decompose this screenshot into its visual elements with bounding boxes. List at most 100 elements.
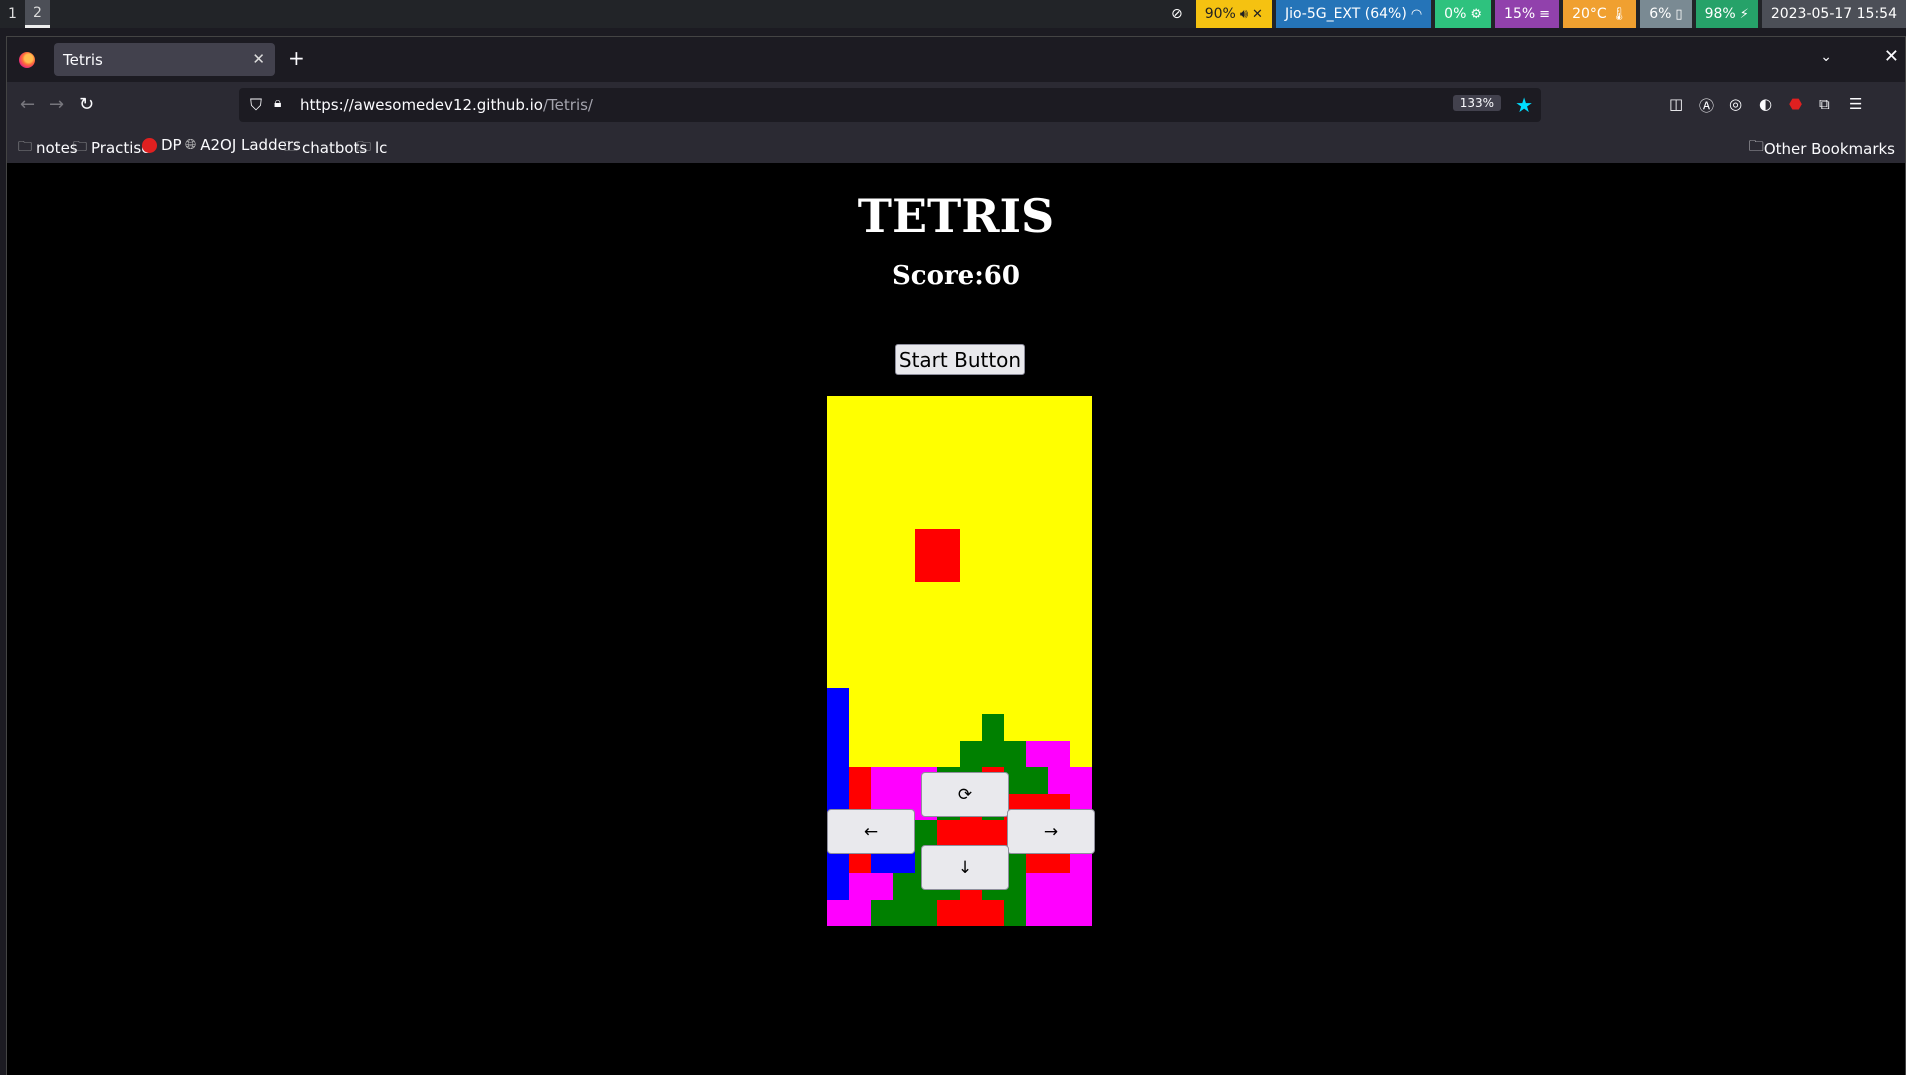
board-cell (981, 661, 1004, 688)
board-cell (1069, 687, 1092, 714)
board-cell (915, 608, 938, 635)
board-cell (871, 687, 894, 714)
bookmark-lc[interactable]: 🗀 lc (357, 136, 387, 160)
reload-icon[interactable]: ↻ (79, 94, 94, 115)
board-cell (893, 767, 916, 794)
url-text[interactable]: https://awesomedev12.github.io/Tetris/ (300, 96, 593, 114)
right-button[interactable]: → (1007, 809, 1095, 854)
wifi-status[interactable]: Jio-5G_EXT (64%) ◠ (1275, 0, 1432, 28)
board-cell (1047, 687, 1070, 714)
board-cell (1003, 475, 1026, 502)
board-cell (1003, 740, 1026, 767)
tab-title: Tetris (63, 50, 103, 69)
close-tab-icon[interactable]: ✕ (252, 50, 265, 68)
board-cell (827, 449, 850, 476)
board-cell (959, 820, 982, 847)
tab-tetris[interactable]: Tetris ✕ (54, 43, 275, 76)
board-cell (827, 396, 850, 423)
tracking-shield-icon[interactable]: ⛉ (250, 95, 262, 115)
disk-status: 6% ▯ (1640, 0, 1692, 28)
bookmark-star-icon[interactable]: ★ (1515, 93, 1533, 117)
board-cell (849, 396, 872, 423)
board-cell (937, 396, 960, 423)
board-cell (871, 714, 894, 741)
board-cell (937, 687, 960, 714)
url-bar[interactable]: ⛉ 🔒︎ https://awesomedev12.github.io/Tetr… (239, 88, 1541, 122)
board-cell (915, 581, 938, 608)
board-cell (1003, 502, 1026, 529)
board-cell (893, 661, 916, 688)
board-cell (1047, 555, 1070, 582)
board-cell (981, 502, 1004, 529)
board-cell (1047, 422, 1070, 449)
board-cell (1047, 502, 1070, 529)
board-cell (937, 449, 960, 476)
extensions-puzzle-icon[interactable]: ⧉ (1819, 95, 1830, 113)
board-cell (827, 873, 850, 900)
extension-check-icon[interactable]: ◐ (1759, 95, 1772, 113)
board-cell (849, 475, 872, 502)
board-cell (915, 502, 938, 529)
list-all-tabs-chevron-icon[interactable]: ⌄ (1820, 49, 1832, 65)
board-cell (1025, 634, 1048, 661)
score-display: Score:60 (892, 261, 1020, 291)
board-cell (1025, 422, 1048, 449)
folder-icon: 🗀 (73, 139, 87, 155)
board-cell (893, 555, 916, 582)
back-icon[interactable]: ← (20, 94, 35, 115)
other-bookmarks[interactable]: 🗀 Other Bookmarks (1749, 136, 1895, 161)
new-tab-button[interactable]: + (288, 46, 305, 70)
board-cell (871, 396, 894, 423)
bookmark-chatbots[interactable]: 🗀 chatbots (284, 136, 367, 160)
board-cell (959, 422, 982, 449)
board-cell (937, 502, 960, 529)
battery-charging-icon: ⚡ (1739, 6, 1749, 22)
board-cell (1025, 767, 1048, 794)
ublock-origin-icon[interactable]: ⬣ (1789, 95, 1802, 113)
board-cell (827, 634, 850, 661)
board-cell (915, 714, 938, 741)
left-button[interactable]: ← (827, 809, 915, 854)
board-cell (915, 740, 938, 767)
board-cell (893, 740, 916, 767)
board-cell (849, 449, 872, 476)
arrow-right-icon: → (1043, 821, 1059, 842)
lock-icon[interactable]: 🔒︎ (274, 95, 281, 111)
board-cell (1047, 767, 1070, 794)
board-cell (981, 714, 1004, 741)
board-cell (959, 608, 982, 635)
hamburger-menu-icon[interactable]: ☰ (1849, 95, 1862, 113)
workspace-2-button[interactable]: 2 (25, 0, 50, 28)
board-cell (871, 449, 894, 476)
down-button[interactable]: ↓ (921, 845, 1009, 890)
bookmark-practise[interactable]: 🗀 Practise (73, 136, 150, 160)
board-cell (871, 634, 894, 661)
wifi-icon: ◠ (1410, 6, 1423, 22)
forward-icon[interactable]: → (49, 94, 64, 115)
bookmark-dp[interactable]: DP (142, 136, 182, 154)
volume-status[interactable]: 90% 🔊︎ ✕ (1195, 0, 1272, 28)
board-cell (871, 608, 894, 635)
thermometer-icon: 🌡︎ (1610, 6, 1628, 22)
board-cell (1047, 873, 1070, 900)
workspace-1-button[interactable]: 1 (0, 0, 25, 28)
board-cell (1047, 449, 1070, 476)
board-cell (981, 449, 1004, 476)
bookmark-notes[interactable]: 🗀 notes (18, 136, 78, 160)
board-cell (959, 687, 982, 714)
rotate-button[interactable]: ⟳ (921, 772, 1009, 817)
extension-a-icon[interactable]: Ⓐ (1699, 95, 1714, 116)
extension-glasses-icon[interactable]: ◎ (1729, 95, 1742, 113)
board-cell (959, 528, 982, 555)
board-cell (893, 634, 916, 661)
pocket-icon[interactable]: ◫ (1669, 95, 1683, 113)
board-cell (981, 396, 1004, 423)
board-cell (981, 820, 1004, 847)
board-cell (1047, 396, 1070, 423)
start-button[interactable]: Start Button (895, 344, 1025, 375)
board-cell (849, 555, 872, 582)
close-window-icon[interactable]: ✕ (1884, 46, 1899, 67)
board-cell (1047, 714, 1070, 741)
zoom-level-badge[interactable]: 133% (1452, 95, 1501, 111)
board-cell (827, 502, 850, 529)
